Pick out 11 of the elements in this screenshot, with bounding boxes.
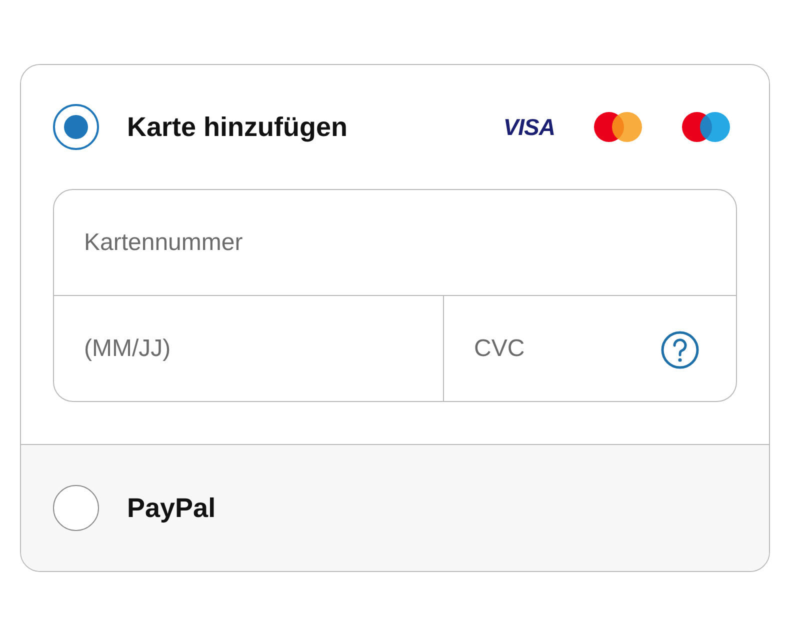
card-brand-logo: VISA <box>503 114 555 140</box>
option-label: PayPal <box>127 492 216 524</box>
expiry-input[interactable]: (MM/JJ) <box>54 296 443 401</box>
help-icon[interactable] <box>660 330 700 370</box>
option-label: Karte hinzufügen <box>127 112 348 142</box>
overlapping-circles-icon <box>593 111 643 143</box>
radio-button[interactable] <box>53 485 99 531</box>
radio-button[interactable] <box>53 104 99 150</box>
card-number-input[interactable]: Kartennummer <box>54 190 736 295</box>
cvc-input[interactable]: CVC <box>444 296 736 401</box>
overlapping-circles-icon <box>681 111 731 143</box>
